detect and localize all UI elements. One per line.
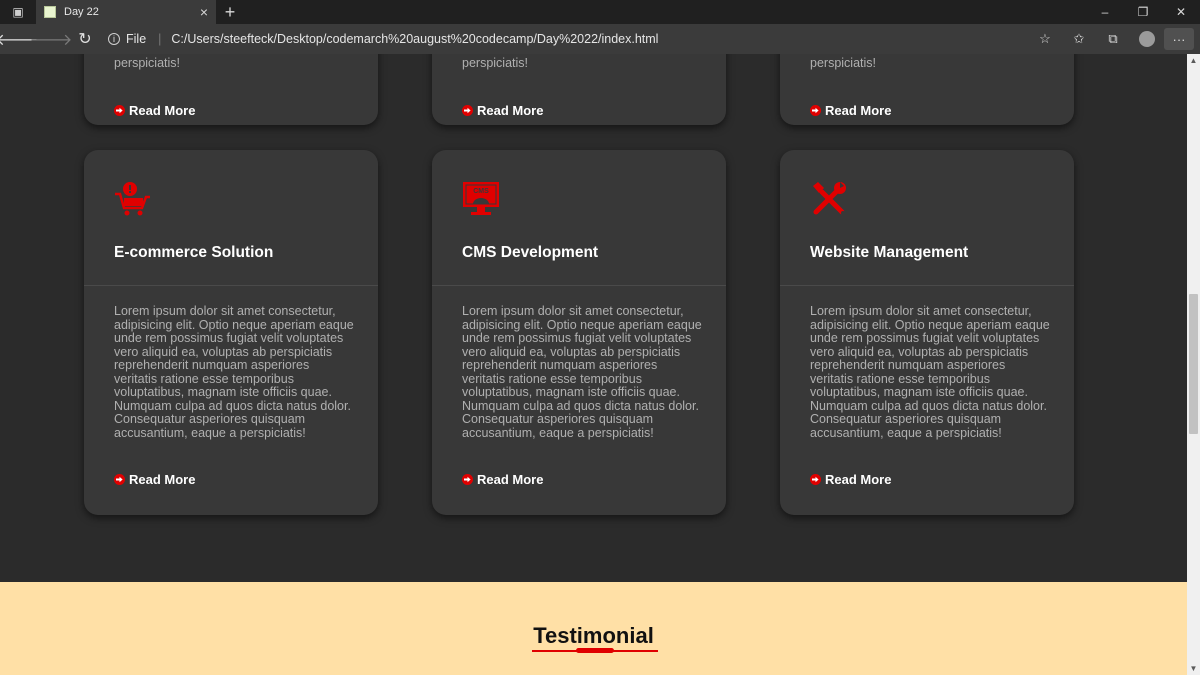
minimize-button[interactable]: – xyxy=(1086,0,1124,24)
card-divider xyxy=(780,285,1074,286)
read-more-link[interactable]: Read More xyxy=(810,103,891,118)
testimonial-section: Testimonial xyxy=(0,582,1187,675)
browser-tab[interactable]: Day 22 × xyxy=(36,0,216,24)
window-menu-icon[interactable]: ▣ xyxy=(0,0,36,24)
profile-avatar[interactable] xyxy=(1139,31,1155,47)
card-divider xyxy=(432,285,726,286)
read-more-label: Read More xyxy=(129,472,196,487)
read-more-link[interactable]: Read More xyxy=(810,472,891,487)
address-url[interactable]: C:/Users/steefteck/Desktop/codemarch%20a… xyxy=(171,32,658,46)
service-card-cms: CMS CMS Development Lorem ipsum dolor si… xyxy=(432,150,726,515)
cms-monitor-icon: CMS xyxy=(463,182,499,215)
scroll-up-icon[interactable]: ▲ xyxy=(1187,54,1200,67)
favorites-icon[interactable]: ✩ xyxy=(1062,24,1096,54)
card-title: CMS Development xyxy=(462,244,599,261)
section-title: Testimonial xyxy=(533,623,654,648)
address-separator: | xyxy=(158,32,162,46)
tab-favicon-icon xyxy=(44,6,56,18)
forward-button[interactable]: 🡒 xyxy=(30,24,73,54)
read-more-link[interactable]: Read More xyxy=(462,103,543,118)
arrow-right-icon xyxy=(114,105,125,116)
arrow-right-icon xyxy=(114,474,125,485)
service-card: perspiciatis! Read More xyxy=(432,54,726,125)
read-more-link[interactable]: Read More xyxy=(114,472,195,487)
address-scheme: File xyxy=(126,32,147,46)
card-description: Lorem ipsum dolor sit amet consectetur, … xyxy=(114,304,354,440)
card-description-tail: perspiciatis! xyxy=(810,56,876,70)
read-more-label: Read More xyxy=(825,103,892,118)
add-favorite-icon[interactable]: ☆ xyxy=(1028,24,1062,54)
card-description-tail: perspiciatis! xyxy=(114,56,180,70)
card-description-tail: perspiciatis! xyxy=(462,56,528,70)
tab-close-icon[interactable]: × xyxy=(200,4,208,20)
cms-icon-text: CMS xyxy=(473,188,489,195)
tab-title: Day 22 xyxy=(64,6,99,18)
title-underline-accent xyxy=(576,648,614,653)
close-window-button[interactable]: ✕ xyxy=(1162,0,1200,24)
shopping-cart-icon xyxy=(115,182,150,216)
read-more-label: Read More xyxy=(825,472,892,487)
new-tab-button[interactable]: + xyxy=(216,0,244,24)
card-title: E-commerce Solution xyxy=(114,244,274,261)
service-card: perspiciatis! Read More xyxy=(780,54,1074,125)
tab-bar: ▣ Day 22 × + – ❐ ✕ xyxy=(0,0,1200,24)
address-bar[interactable]: i File | C:/Users/steefteck/Desktop/code… xyxy=(108,27,1058,51)
arrow-right-icon xyxy=(810,474,821,485)
scroll-down-icon[interactable]: ▼ xyxy=(1187,662,1200,675)
page-viewport: perspiciatis! Read More perspiciatis! Re… xyxy=(0,54,1187,675)
read-more-label: Read More xyxy=(129,103,196,118)
browser-toolbar: 🡐 🡒 ↻ i File | C:/Users/steefteck/Deskto… xyxy=(0,24,1200,54)
arrow-right-icon xyxy=(462,474,473,485)
more-menu-button[interactable]: ··· xyxy=(1164,28,1194,50)
info-icon[interactable]: i xyxy=(108,33,120,45)
tools-icon xyxy=(813,182,846,215)
service-card-management: Website Management Lorem ipsum dolor sit… xyxy=(780,150,1074,515)
card-title: Website Management xyxy=(810,244,969,261)
arrow-right-icon xyxy=(462,105,473,116)
read-more-label: Read More xyxy=(477,472,544,487)
scroll-thumb[interactable] xyxy=(1189,294,1198,434)
card-description: Lorem ipsum dolor sit amet consectetur, … xyxy=(462,304,702,440)
page-scrollbar[interactable]: ▲ ▼ xyxy=(1187,54,1200,675)
service-card-ecommerce: E-commerce Solution Lorem ipsum dolor si… xyxy=(84,150,378,515)
restore-button[interactable]: ❐ xyxy=(1124,0,1162,24)
read-more-label: Read More xyxy=(477,103,544,118)
reload-button[interactable]: ↻ xyxy=(68,24,102,54)
read-more-link[interactable]: Read More xyxy=(462,472,543,487)
read-more-link[interactable]: Read More xyxy=(114,103,195,118)
card-divider xyxy=(84,285,378,286)
collections-icon[interactable]: ⧉ xyxy=(1096,24,1130,54)
service-card: perspiciatis! Read More xyxy=(84,54,378,125)
arrow-right-icon xyxy=(810,105,821,116)
card-description: Lorem ipsum dolor sit amet consectetur, … xyxy=(810,304,1050,440)
